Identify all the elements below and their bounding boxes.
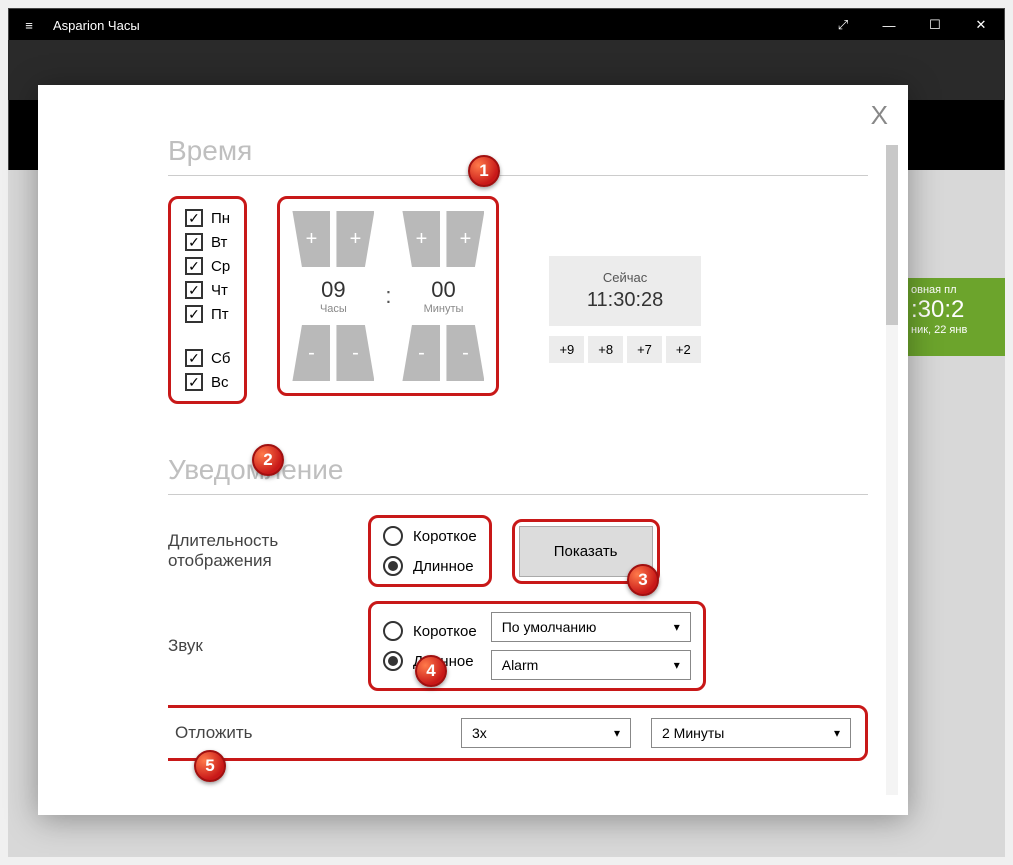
section-title-time: Время (168, 135, 868, 167)
select-value: По умолчанию (502, 619, 597, 635)
checkbox-wed[interactable] (185, 257, 203, 275)
day-label: Пт (211, 306, 229, 323)
hour-tens-down[interactable]: - (292, 325, 330, 381)
time-colon: : (385, 283, 391, 309)
chevron-down-icon: ▾ (614, 726, 620, 740)
day-tue[interactable]: Вт (185, 233, 230, 251)
snooze-duration-select[interactable]: 2 Минуты ▾ (651, 718, 851, 748)
duration-short-option[interactable]: Короткое (383, 526, 477, 546)
now-label: Сейчас (577, 270, 672, 285)
sound-label: Звук (168, 636, 348, 656)
hours-label: Часы (293, 303, 373, 315)
radio-label: Короткое (413, 528, 477, 545)
day-mon[interactable]: Пн (185, 209, 230, 227)
sound-alarm-select[interactable]: Alarm ▾ (491, 650, 691, 680)
radio-label: Короткое (413, 623, 477, 640)
minutes-label: Минуты (404, 303, 484, 315)
minute-tens-up[interactable]: + (402, 211, 440, 267)
now-box[interactable]: Сейчас 11:30:28 (549, 256, 700, 326)
select-value: Alarm (502, 657, 539, 673)
minimize-icon[interactable]: — (866, 9, 912, 41)
time-picker: + + + + 09 Часы : 00 Минуты (277, 196, 499, 396)
now-time: 11:30:28 (577, 289, 672, 312)
app-title: Asparion Часы (49, 18, 820, 33)
modal-close-button[interactable]: X (871, 100, 888, 131)
day-label: Пн (211, 210, 230, 227)
offset-plus-2[interactable]: +2 (666, 336, 701, 363)
radio-long[interactable] (383, 556, 403, 576)
sound-default-select[interactable]: По умолчанию ▾ (491, 612, 691, 642)
hamburger-menu-icon[interactable]: ≡ (9, 18, 49, 33)
chevron-down-icon: ▾ (834, 726, 840, 740)
minute-ones-down[interactable]: - (446, 325, 484, 381)
select-value: 2 Минуты (662, 725, 724, 741)
expand-icon[interactable]: ⤢ (820, 9, 866, 41)
tile-date: ник, 22 янв (911, 324, 999, 336)
hour-tens-up[interactable]: + (292, 211, 330, 267)
offset-plus-7[interactable]: +7 (627, 336, 662, 363)
chevron-down-icon: ▾ (674, 658, 680, 672)
select-value: 3x (472, 725, 487, 741)
settings-modal: X Время Пн Вт Ср Чт Пт Сб Вс + + (38, 85, 908, 815)
day-thu[interactable]: Чт (185, 281, 230, 299)
hours-value: 09 (293, 277, 373, 303)
duration-radio-group: Короткое Длинное (368, 515, 492, 587)
now-block: Сейчас 11:30:28 +9 +8 +7 +2 (549, 256, 700, 363)
radio-sound-long[interactable] (383, 651, 403, 671)
radio-short[interactable] (383, 526, 403, 546)
hour-ones-down[interactable]: - (336, 325, 374, 381)
titlebar: ≡ Asparion Часы ⤢ — ☐ ✕ (9, 9, 1004, 41)
snooze-row: Отложить 3x ▾ 2 Минуты ▾ (168, 705, 868, 761)
tile-label: овная пл (911, 284, 999, 296)
duration-label: Длительность отображения (168, 531, 348, 571)
checkbox-thu[interactable] (185, 281, 203, 299)
minute-tens-down[interactable]: - (402, 325, 440, 381)
maximize-icon[interactable]: ☐ (912, 9, 958, 41)
close-window-icon[interactable]: ✕ (958, 9, 1004, 41)
day-label: Ср (211, 258, 230, 275)
day-label: Чт (211, 282, 228, 299)
snooze-label: Отложить (175, 723, 355, 743)
weekday-selector: Пн Вт Ср Чт Пт Сб Вс (168, 196, 247, 404)
tile-time: :30:2 (911, 296, 999, 324)
day-label: Вт (211, 234, 227, 251)
day-sun[interactable]: Вс (185, 373, 230, 391)
annotation-marker-2: 2 (252, 444, 284, 476)
checkbox-fri[interactable] (185, 305, 203, 323)
checkbox-sat[interactable] (185, 349, 203, 367)
checkbox-tue[interactable] (185, 233, 203, 251)
window-controls: ⤢ — ☐ ✕ (820, 9, 1004, 41)
scrollbar-thumb[interactable] (886, 145, 898, 325)
annotation-marker-5: 5 (194, 750, 226, 782)
checkbox-mon[interactable] (185, 209, 203, 227)
checkbox-sun[interactable] (185, 373, 203, 391)
day-wed[interactable]: Ср (185, 257, 230, 275)
day-label: Вс (211, 374, 229, 391)
divider (168, 175, 868, 176)
annotation-marker-1: 1 (468, 155, 500, 187)
radio-label: Длинное (413, 558, 474, 575)
annotation-marker-4: 4 (415, 655, 447, 687)
offset-plus-9[interactable]: +9 (549, 336, 584, 363)
minute-ones-up[interactable]: + (446, 211, 484, 267)
hour-ones-up[interactable]: + (336, 211, 374, 267)
sound-short-option[interactable]: Короткое (383, 621, 477, 641)
radio-sound-short[interactable] (383, 621, 403, 641)
day-fri[interactable]: Пт (185, 305, 230, 323)
annotation-marker-3: 3 (627, 564, 659, 596)
chevron-down-icon: ▾ (674, 620, 680, 634)
day-sat[interactable]: Сб (185, 349, 230, 367)
offset-plus-8[interactable]: +8 (588, 336, 623, 363)
live-tile: овная пл :30:2 ник, 22 янв (905, 278, 1005, 356)
minutes-value: 00 (404, 277, 484, 303)
divider (168, 494, 868, 495)
snooze-count-select[interactable]: 3x ▾ (461, 718, 631, 748)
duration-long-option[interactable]: Длинное (383, 556, 477, 576)
day-label: Сб (211, 350, 230, 367)
